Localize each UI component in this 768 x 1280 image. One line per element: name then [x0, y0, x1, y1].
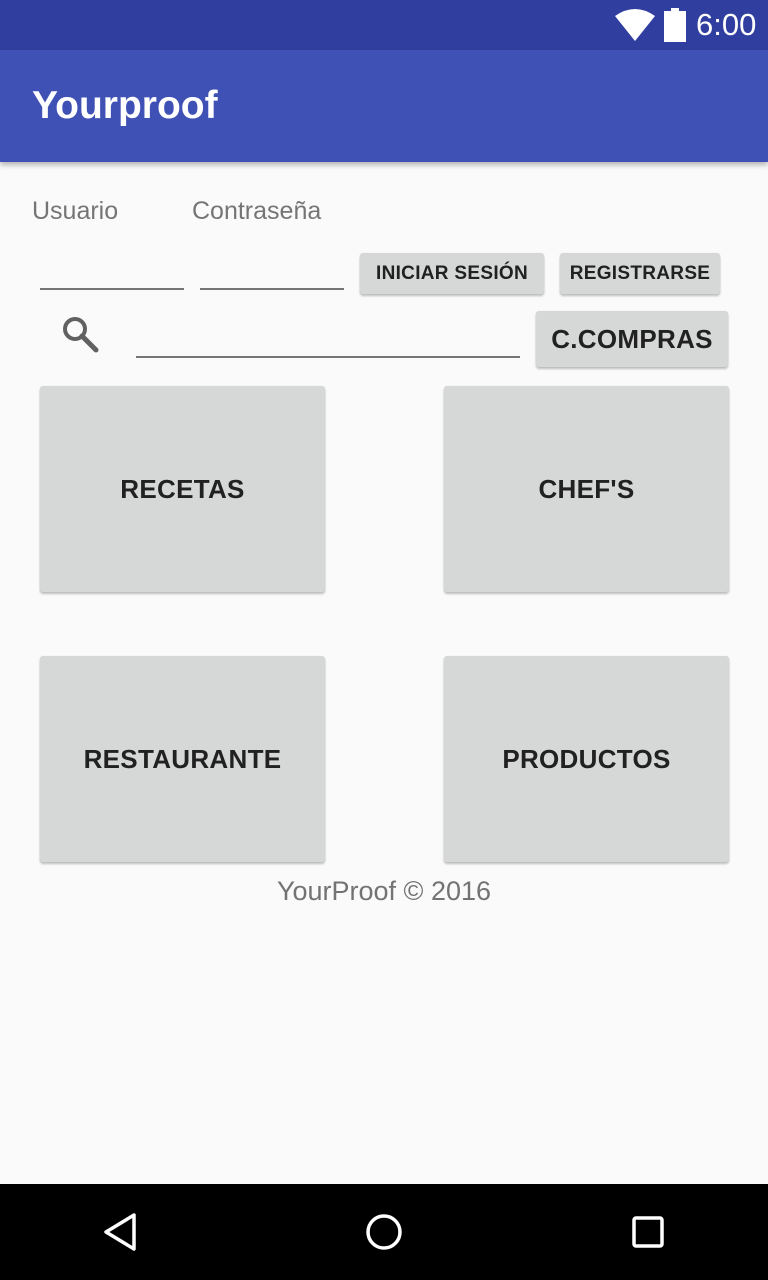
status-bar: 6:00	[0, 0, 768, 50]
wifi-icon	[615, 9, 655, 41]
footer-copyright: YourProof © 2016	[276, 876, 492, 906]
app-bar: Yourproof	[0, 50, 768, 162]
restaurante-button[interactable]: RESTAURANTE	[40, 656, 325, 862]
search-icon[interactable]	[60, 314, 100, 354]
status-time: 6:00	[696, 7, 757, 42]
login-button[interactable]: INICIAR SESIÓN	[360, 253, 544, 294]
battery-icon	[664, 8, 686, 42]
search-input[interactable]	[136, 318, 520, 358]
nav-bar	[0, 1184, 768, 1280]
password-label: Contraseña	[192, 197, 322, 225]
recents-icon[interactable]	[628, 1212, 668, 1252]
cart-button[interactable]: C.COMPRAS	[536, 311, 728, 367]
app-title: Yourproof	[32, 84, 218, 127]
password-input[interactable]	[200, 250, 344, 290]
chefs-button[interactable]: CHEF'S	[444, 386, 729, 592]
user-input[interactable]	[40, 250, 184, 290]
back-icon[interactable]	[100, 1212, 140, 1252]
recetas-button[interactable]: RECETAS	[40, 386, 325, 592]
user-label: Usuario	[32, 197, 119, 225]
home-icon[interactable]	[364, 1212, 404, 1252]
productos-button[interactable]: PRODUCTOS	[444, 656, 729, 862]
register-button[interactable]: REGISTRARSE	[560, 253, 720, 294]
